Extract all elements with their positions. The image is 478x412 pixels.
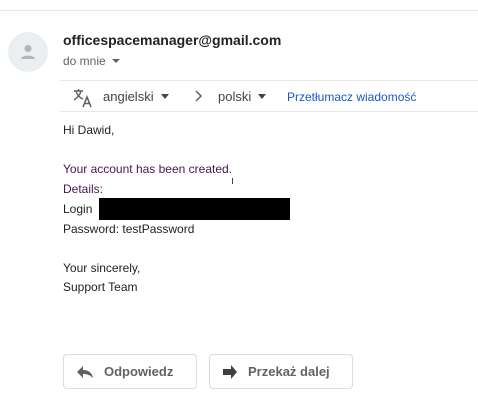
- person-icon: [21, 45, 35, 59]
- translate-bar: angielski polski Przetłumacz wiadomość: [60, 80, 478, 112]
- reply-button[interactable]: Odpowiedz: [63, 354, 197, 389]
- translate-icon: [73, 89, 92, 108]
- greeting-text: Hi Dawid,: [63, 123, 115, 137]
- details-label: Details:: [63, 182, 104, 196]
- sender-email: officespacemanager@gmail.com: [63, 32, 282, 48]
- chevron-right-icon: [195, 90, 203, 102]
- account-created-text: Your account has been created.: [63, 162, 233, 176]
- translate-message-link[interactable]: Przetłumacz wiadomość: [287, 90, 416, 104]
- target-language-label: polski: [218, 89, 252, 104]
- forward-label: Przekaż dalej: [248, 364, 330, 379]
- recipient-label: do mnie: [63, 54, 106, 68]
- forward-icon: [223, 364, 237, 379]
- password-text: Password: testPassword: [63, 222, 195, 236]
- login-label: Login: [63, 202, 93, 216]
- divider: [0, 10, 478, 11]
- avatar[interactable]: [8, 32, 48, 72]
- recipient-details-toggle[interactable]: do mnie: [63, 54, 120, 68]
- reply-label: Odpowiedz: [104, 364, 174, 379]
- signature-text: Support Team: [63, 280, 138, 294]
- reply-icon: [77, 365, 93, 378]
- forward-button[interactable]: Przekaż dalej: [209, 354, 353, 389]
- target-language-select[interactable]: polski: [218, 89, 267, 104]
- email-view: officespacemanager@gmail.com do mnie ang…: [0, 0, 478, 412]
- source-language-label: angielski: [103, 89, 154, 104]
- chevron-down-icon[interactable]: [111, 59, 120, 63]
- chevron-down-icon: [160, 94, 169, 99]
- redacted-login: [99, 198, 290, 220]
- closing-text: Your sincerely,: [63, 261, 141, 275]
- text-cursor: [232, 178, 233, 184]
- chevron-down-icon: [258, 94, 267, 99]
- source-language-select[interactable]: angielski: [103, 89, 169, 104]
